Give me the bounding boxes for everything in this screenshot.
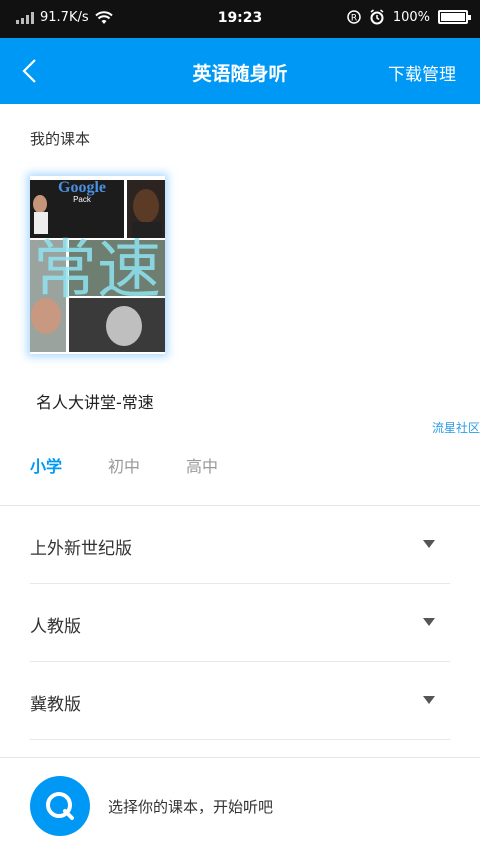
battery-icon [438,10,471,24]
download-manage-button[interactable]: 下载管理 [388,60,456,85]
tab-primary[interactable]: 小学 [30,453,62,477]
edition-row-1[interactable]: 上外新世纪版 [30,506,450,584]
edition-row-2[interactable]: 人教版 [30,584,450,662]
my-books-label: 我的课本 [30,130,91,148]
status-right: R 100% [347,9,471,25]
grade-tabs: 小学 初中 高中 [30,453,264,477]
tab-junior[interactable]: 初中 [108,453,140,477]
nav-bar: 英语随身听 下载管理 [0,38,480,104]
search-button[interactable] [30,776,90,836]
alarm-icon [370,9,384,25]
dropdown-arrow-icon [423,618,435,626]
edition-label: 冀教版 [30,695,81,715]
search-icon [46,792,74,820]
dropdown-arrow-icon [423,540,435,548]
row-divider [30,739,450,740]
footer-bar: 选择你的课本，开始听吧 [0,757,480,855]
status-bar: 91.7K/s 19:23 R 100% [0,0,480,38]
cover-brand-text: Google [58,179,106,196]
book-name: 名人大讲堂-常速 [36,393,154,412]
footer-hint: 选择你的课本，开始听吧 [108,798,274,816]
edition-label: 上外新世纪版 [30,539,132,559]
watermark-text: 流星社区 [431,421,480,435]
edition-row-3[interactable]: 冀教版 [30,662,450,740]
cover-sub-text: Pack [73,195,92,204]
registered-icon: R [347,10,361,24]
edition-label: 人教版 [30,617,81,637]
dropdown-arrow-icon [423,696,435,704]
svg-text:R: R [351,14,357,24]
battery-percent: 100% [392,9,430,25]
book-cover[interactable]: Google Pack 常速 [30,176,165,354]
tab-senior[interactable]: 高中 [186,453,218,477]
cover-overlay-text: 常速 [33,234,161,308]
